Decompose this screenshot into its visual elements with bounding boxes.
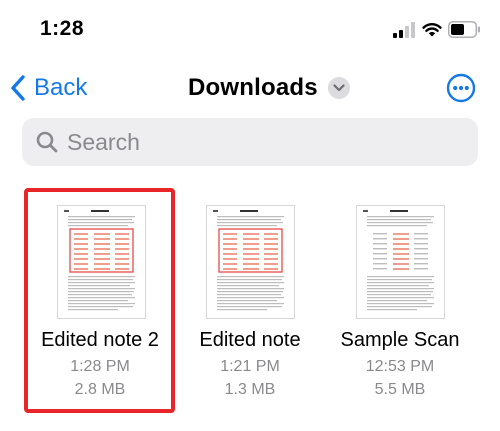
chevron-down-icon: [327, 77, 350, 99]
file-name: Edited note 2: [41, 329, 159, 351]
search-bar[interactable]: [22, 118, 478, 166]
file-size: 2.8 MB: [74, 381, 126, 398]
status-time: 1:28: [40, 17, 85, 40]
document-thumbnail: [57, 205, 146, 319]
file-size: 1.3 MB: [224, 381, 276, 398]
file-size: 5.5 MB: [374, 381, 426, 398]
file-time: 1:21 PM: [220, 358, 280, 375]
file-time: 12:53 PM: [365, 358, 435, 375]
file-name: Sample Scan: [340, 329, 460, 351]
search-input[interactable]: [67, 128, 447, 156]
document-thumbnail: [206, 205, 295, 319]
more-options-icon[interactable]: [446, 73, 476, 103]
file-name: Edited note: [199, 329, 301, 351]
battery-icon: [448, 21, 480, 38]
back-button[interactable]: Back: [10, 72, 87, 104]
document-thumbnail: [356, 205, 445, 319]
search-icon: [36, 131, 58, 153]
wifi-icon: [422, 23, 442, 37]
file-time: 1:28 PM: [70, 358, 130, 375]
back-label: Back: [34, 74, 88, 101]
chevron-left-icon: [11, 75, 25, 101]
folder-title-menu[interactable]: Downloads: [188, 72, 350, 104]
page-title: Downloads: [188, 74, 318, 101]
cellular-signal-icon: [393, 22, 415, 38]
